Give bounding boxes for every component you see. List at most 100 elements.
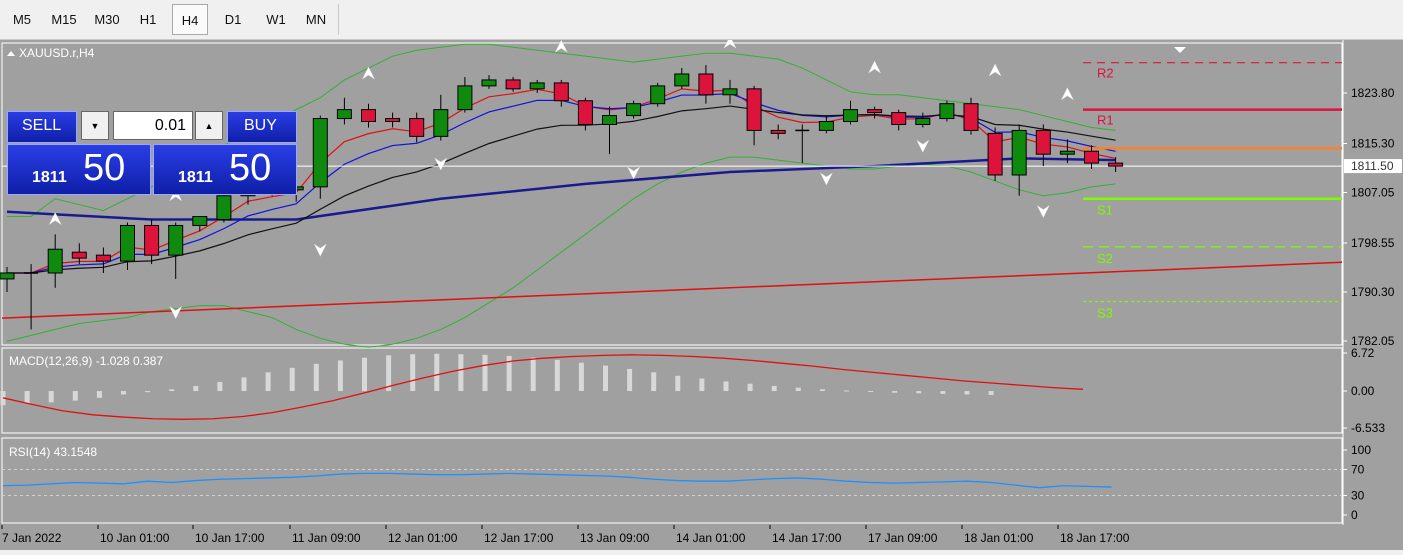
time-axis-label: 17 Jan 09:00 bbox=[868, 531, 938, 545]
time-axis-label: 18 Jan 17:00 bbox=[1060, 531, 1130, 545]
macd-histogram-bar bbox=[940, 391, 946, 394]
candle-bull bbox=[0, 272, 15, 280]
rsi-tick-label: 100 bbox=[1351, 443, 1371, 457]
macd-histogram-bar bbox=[434, 353, 440, 392]
one-click-trading-panel: SELL ▼ ▲ BUY 1811 50 1811 50 bbox=[7, 111, 297, 195]
buy-button[interactable]: BUY bbox=[227, 111, 297, 143]
timeframe-button-m15[interactable]: M15 bbox=[47, 4, 81, 35]
lot-decrease-button[interactable]: ▼ bbox=[81, 111, 109, 140]
macd-histogram-bar bbox=[916, 391, 922, 394]
macd-histogram-bar bbox=[747, 383, 753, 392]
macd-histogram-bar bbox=[241, 377, 247, 392]
candle-bull bbox=[47, 248, 63, 274]
macd-histogram-bar bbox=[193, 385, 199, 392]
timeframe-button-m5[interactable]: M5 bbox=[6, 4, 38, 35]
macd-histogram-bar bbox=[289, 367, 295, 392]
price-tick-label: 1807.05 bbox=[1351, 185, 1395, 199]
macd-histogram-bar bbox=[892, 391, 898, 393]
macd-histogram-bar bbox=[96, 391, 102, 398]
macd-histogram-bar bbox=[169, 389, 175, 392]
candle-bull bbox=[457, 85, 473, 111]
candle-bear bbox=[385, 118, 401, 123]
macd-histogram-bar bbox=[482, 354, 488, 392]
macd-histogram-bar bbox=[868, 391, 874, 393]
candle-bull bbox=[216, 195, 232, 221]
candle-bear bbox=[1084, 150, 1099, 164]
timeframe-button-h1[interactable]: H1 bbox=[134, 4, 162, 35]
candle-bull bbox=[336, 109, 352, 120]
pivot-label-r2: R2 bbox=[1097, 66, 1114, 81]
time-axis-label: 11 Jan 09:00 bbox=[292, 531, 361, 545]
candle-bear bbox=[553, 82, 569, 102]
candle-bear bbox=[505, 79, 521, 90]
time-axis-label: 12 Jan 17:00 bbox=[484, 531, 554, 545]
time-axis-label: 12 Jan 01:00 bbox=[388, 531, 458, 545]
symbol-collapse-icon[interactable] bbox=[7, 51, 15, 56]
chart-shift-marker-icon[interactable] bbox=[1174, 47, 1186, 53]
candle-bull bbox=[626, 103, 642, 117]
fractal-down-arrow-icon bbox=[626, 166, 641, 180]
pivot-label-s3: S3 bbox=[1097, 305, 1113, 320]
candle-bear bbox=[1108, 162, 1124, 167]
candle-bull bbox=[1059, 150, 1075, 155]
timeframe-button-d1[interactable]: D1 bbox=[216, 4, 250, 35]
candle-bull bbox=[843, 109, 858, 123]
chart-area[interactable]: XAUUSD.r,H4 1823.80 1815.30 1807.05 1798.55 1… bbox=[0, 35, 1403, 550]
candle-bear bbox=[770, 129, 786, 134]
macd-histogram-bar bbox=[844, 390, 849, 392]
macd-histogram-bar bbox=[217, 381, 223, 392]
fractal-up-arrow-icon bbox=[361, 66, 376, 80]
rsi-tick-label: 70 bbox=[1351, 463, 1365, 477]
macd-histogram-bar bbox=[337, 360, 343, 392]
pivot-label-r1: R1 bbox=[1097, 113, 1114, 128]
macd-histogram-bar bbox=[72, 391, 78, 401]
fractal-up-arrow-icon bbox=[1060, 87, 1075, 101]
candle-bear bbox=[95, 254, 111, 262]
fractal-down-arrow-icon bbox=[434, 157, 448, 171]
timeframe-button-h4[interactable]: H4 bbox=[172, 4, 208, 35]
timeframe-button-w1[interactable]: W1 bbox=[258, 4, 294, 35]
price-tick-label: 1823.80 bbox=[1351, 86, 1395, 100]
lot-increase-button[interactable]: ▲ bbox=[195, 111, 223, 140]
lot-size-input[interactable] bbox=[113, 111, 193, 140]
buy-price-small: 1811 bbox=[178, 169, 213, 186]
candle-bear bbox=[698, 73, 714, 96]
fractal-up-arrow-icon bbox=[554, 39, 568, 53]
sell-button[interactable]: SELL bbox=[7, 111, 77, 143]
time-axis-label: 14 Jan 17:00 bbox=[772, 531, 842, 545]
time-axis-label: 18 Jan 01:00 bbox=[964, 531, 1034, 545]
time-axis-label: 10 Jan 01:00 bbox=[100, 531, 170, 545]
candle-bear bbox=[867, 109, 883, 114]
candle-bear bbox=[746, 88, 762, 131]
sell-price-box[interactable]: 1811 50 bbox=[7, 144, 151, 195]
candle-bear bbox=[1035, 129, 1051, 155]
timeframe-button-mn[interactable]: MN bbox=[299, 4, 333, 35]
candle-bull bbox=[529, 82, 545, 90]
macd-histogram-bar bbox=[145, 391, 151, 393]
macd-tick-label: 6.72 bbox=[1351, 346, 1375, 360]
macd-histogram-bar bbox=[530, 357, 536, 392]
sell-price-big: 50 bbox=[83, 147, 126, 189]
candle-bull bbox=[433, 109, 449, 137]
buy-price-box[interactable]: 1811 50 bbox=[153, 144, 297, 195]
macd-histogram-bar bbox=[675, 375, 681, 392]
rsi-line bbox=[2, 472, 1112, 489]
price-tick-label: 1790.30 bbox=[1351, 285, 1395, 299]
rsi-tick-label: 30 bbox=[1351, 489, 1365, 503]
fractal-up-arrow-icon bbox=[723, 35, 737, 49]
time-axis-label: 13 Jan 09:00 bbox=[580, 531, 650, 545]
candle-bull bbox=[168, 224, 184, 256]
candle-bear bbox=[577, 100, 593, 125]
macd-signal-line bbox=[2, 354, 1084, 420]
pivot-label-s2: S2 bbox=[1097, 251, 1113, 266]
macd-histogram-bar bbox=[362, 357, 367, 392]
macd-histogram-bar bbox=[988, 391, 994, 395]
current-price-label: 1811.50 bbox=[1351, 159, 1394, 173]
timeframe-button-m30[interactable]: M30 bbox=[88, 4, 126, 35]
symbol-label: XAUUSD.r,H4 bbox=[19, 46, 95, 60]
buy-price-big: 50 bbox=[229, 147, 272, 189]
candle-bull bbox=[481, 79, 497, 87]
macd-tick-label: 0.00 bbox=[1351, 384, 1375, 398]
candle-bull bbox=[818, 121, 834, 131]
time-axis-label: 10 Jan 17:00 bbox=[195, 531, 265, 545]
